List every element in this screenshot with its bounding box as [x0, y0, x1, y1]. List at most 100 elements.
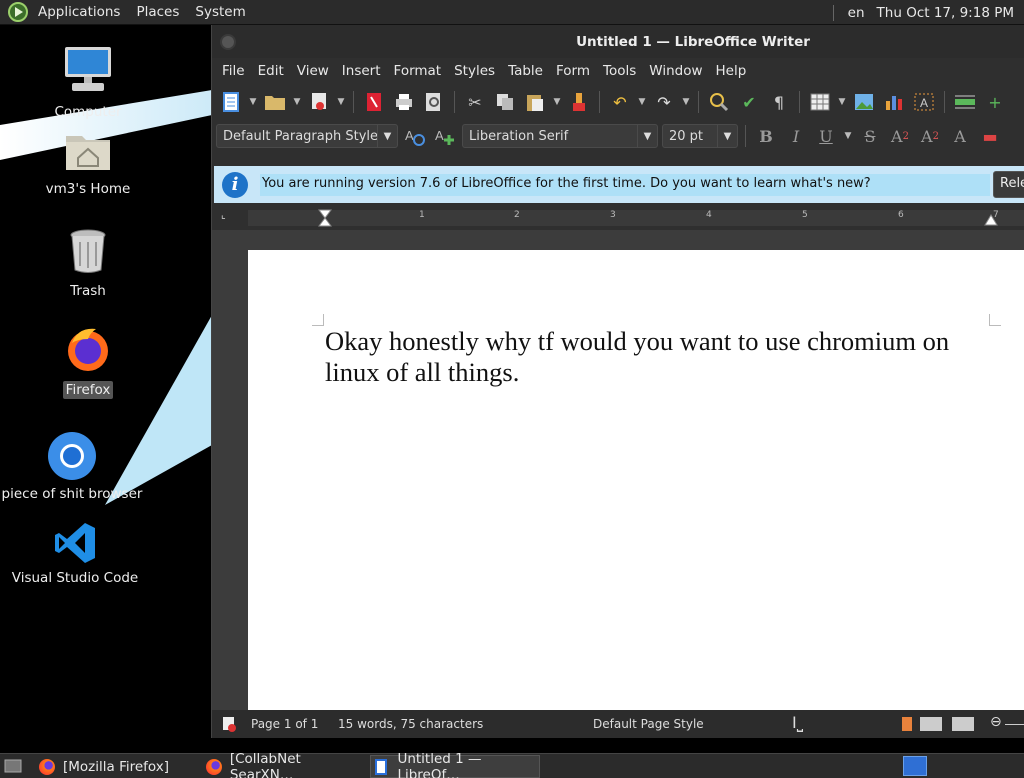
- svg-text:A: A: [435, 128, 444, 143]
- subscript-icon[interactable]: A2: [917, 123, 943, 149]
- insert-textbox-icon[interactable]: A: [911, 89, 937, 115]
- multi-page-view-icon[interactable]: [920, 717, 942, 731]
- window-menu-button[interactable]: [220, 34, 236, 50]
- indent-marker-icon[interactable]: [318, 209, 332, 227]
- chevron-down-icon[interactable]: ▼: [377, 125, 397, 147]
- clear-formatting-icon[interactable]: A: [947, 123, 973, 149]
- insert-field-icon[interactable]: [952, 89, 978, 115]
- paragraph-style-select[interactable]: Default Paragraph Style ▼: [216, 124, 398, 148]
- chevron-down-icon[interactable]: ▼: [717, 125, 737, 147]
- page-count[interactable]: Page 1 of 1: [251, 717, 318, 731]
- menu-window[interactable]: Window: [643, 63, 709, 79]
- chevron-down-icon[interactable]: ▼: [292, 89, 302, 115]
- menu-format[interactable]: Format: [388, 63, 449, 79]
- menu-form[interactable]: Form: [550, 63, 597, 79]
- chevron-down-icon[interactable]: ▼: [336, 89, 346, 115]
- document-modified-icon[interactable]: [222, 716, 236, 732]
- desktop-icon-vscode[interactable]: Visual Studio Code: [0, 521, 150, 587]
- find-replace-icon[interactable]: [706, 89, 732, 115]
- chevron-down-icon[interactable]: ▼: [681, 89, 691, 115]
- workspace-switcher[interactable]: [903, 756, 927, 776]
- print-preview-icon[interactable]: [421, 89, 447, 115]
- window-titlebar[interactable]: Untitled 1 — LibreOffice Writer: [212, 25, 1024, 58]
- underline-icon[interactable]: U: [813, 123, 839, 149]
- chevron-down-icon[interactable]: ▼: [843, 123, 853, 149]
- strikethrough-icon[interactable]: S: [857, 123, 883, 149]
- chevron-down-icon[interactable]: ▼: [248, 89, 258, 115]
- formatting-marks-icon[interactable]: ¶: [766, 89, 792, 115]
- desktop-icon-home[interactable]: vm3's Home: [13, 128, 163, 198]
- menu-table[interactable]: Table: [502, 63, 550, 79]
- task-searxng[interactable]: [CollabNet SearXN…: [202, 751, 367, 778]
- desktop-icon-trash[interactable]: Trash: [13, 228, 163, 300]
- zoom-out-icon[interactable]: ⊖: [990, 714, 1002, 730]
- undo-icon[interactable]: ↶: [607, 89, 633, 115]
- print-icon[interactable]: [391, 89, 417, 115]
- page-style[interactable]: Default Page Style: [593, 717, 704, 731]
- export-pdf-icon[interactable]: [361, 89, 387, 115]
- zoom-slider[interactable]: [1005, 724, 1024, 725]
- open-folder-icon[interactable]: [262, 89, 288, 115]
- highlight-icon[interactable]: ▬: [977, 123, 1003, 149]
- desktop-icon-label: piece of shit browser: [1, 486, 143, 502]
- chevron-down-icon[interactable]: ▼: [637, 89, 647, 115]
- document-text[interactable]: Okay honestly why tf would you want to u…: [325, 326, 985, 388]
- insert-chart-icon[interactable]: [881, 89, 907, 115]
- tab-type-icon[interactable]: ⌞: [221, 210, 226, 221]
- spelling-icon[interactable]: ✔: [736, 89, 762, 115]
- chevron-down-icon[interactable]: ▼: [552, 89, 562, 115]
- menu-help[interactable]: Help: [710, 63, 754, 79]
- applications-menu-icon[interactable]: [8, 2, 28, 22]
- ruler-number: 2: [514, 210, 520, 220]
- document-area[interactable]: Okay honestly why tf would you want to u…: [212, 230, 1024, 710]
- menu-tools[interactable]: Tools: [597, 63, 643, 79]
- menu-system[interactable]: System: [187, 4, 253, 20]
- paste-icon[interactable]: [522, 89, 548, 115]
- clone-formatting-icon[interactable]: [566, 89, 592, 115]
- desktop-icon-firefox[interactable]: Firefox: [13, 325, 163, 399]
- show-desktop-icon[interactable]: [4, 758, 22, 774]
- clock[interactable]: Thu Oct 17, 9:18 PM: [871, 5, 1024, 21]
- menu-file[interactable]: File: [216, 63, 252, 79]
- menu-edit[interactable]: Edit: [252, 63, 291, 79]
- update-style-icon[interactable]: A: [402, 123, 428, 149]
- chevron-down-icon[interactable]: ▼: [837, 89, 847, 115]
- task-label: [Mozilla Firefox]: [63, 758, 170, 775]
- desktop-icon-computer[interactable]: Computer: [13, 45, 163, 121]
- menu-places[interactable]: Places: [128, 4, 187, 20]
- desktop-icon-chromium[interactable]: piece of shit browser: [0, 431, 147, 503]
- word-count[interactable]: 15 words, 75 characters: [338, 717, 483, 731]
- font-name-select[interactable]: Liberation Serif ▼: [462, 124, 658, 148]
- menu-styles[interactable]: Styles: [448, 63, 502, 79]
- cut-icon[interactable]: ✂: [462, 89, 488, 115]
- insert-special-icon[interactable]: +: [982, 89, 1008, 115]
- bold-icon[interactable]: B: [753, 123, 779, 149]
- window-title: Untitled 1 — LibreOffice Writer: [576, 33, 810, 50]
- ruler-track: [248, 210, 1024, 226]
- task-label: Untitled 1 — LibreOf…: [397, 750, 482, 778]
- menu-applications[interactable]: Applications: [30, 4, 128, 20]
- save-icon[interactable]: [306, 89, 332, 115]
- menu-view[interactable]: View: [291, 63, 336, 79]
- new-style-icon[interactable]: A: [432, 123, 458, 149]
- firefox-icon: [39, 758, 55, 775]
- book-view-icon[interactable]: [952, 717, 974, 731]
- document-page[interactable]: Okay honestly why tf would you want to u…: [248, 250, 1024, 710]
- font-size-select[interactable]: 20 pt ▼: [662, 124, 738, 148]
- chevron-down-icon[interactable]: ▼: [637, 125, 657, 147]
- task-firefox[interactable]: [Mozilla Firefox]: [35, 755, 200, 778]
- new-document-icon[interactable]: [218, 89, 244, 115]
- superscript-icon[interactable]: A2: [887, 123, 913, 149]
- redo-icon[interactable]: ↷: [651, 89, 677, 115]
- horizontal-ruler[interactable]: ⌞ 1 2 3 4 5 6 7: [212, 206, 1024, 230]
- insert-table-icon[interactable]: [807, 89, 833, 115]
- task-writer[interactable]: Untitled 1 — LibreOf…: [370, 751, 540, 778]
- italic-icon[interactable]: I: [783, 123, 809, 149]
- copy-icon[interactable]: [492, 89, 518, 115]
- single-page-view-icon[interactable]: [902, 717, 912, 731]
- right-indent-marker-icon[interactable]: [984, 214, 998, 226]
- keyboard-layout-indicator[interactable]: en: [842, 5, 871, 21]
- release-notes-button[interactable]: Rele: [993, 171, 1024, 198]
- menu-insert[interactable]: Insert: [336, 63, 388, 79]
- insert-image-icon[interactable]: [851, 89, 877, 115]
